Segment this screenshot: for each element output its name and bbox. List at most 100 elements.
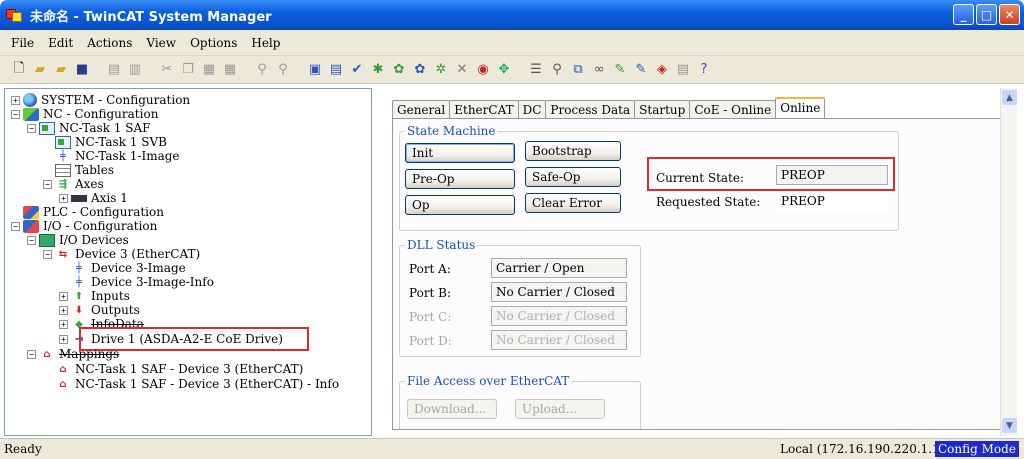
title-bar[interactable]: 未命名 - TwinCAT System Manager _ □ ✕ xyxy=(0,0,1024,30)
toolbar: 🗋 ▰ ▰ ■ ▤ ▥ ✂ ❐ ▦ ▦ ⚲ ⚲ ▣ ▤ ✔ ✱ ✿ ✿ ✲ ✕ … xyxy=(0,56,1024,84)
axis-icon[interactable]: ✎ xyxy=(611,61,629,79)
toggle-free-run-icon[interactable]: ◉ xyxy=(474,61,492,79)
bootstrap-button[interactable]: Bootstrap xyxy=(525,141,621,161)
tree-item-mappings[interactable]: − ⌂ Mappings xyxy=(27,347,119,361)
activate-configuration-icon[interactable]: ✱ xyxy=(369,61,387,79)
print-preview-icon[interactable]: ▤ xyxy=(105,61,123,79)
tab-startup[interactable]: Startup xyxy=(634,100,691,118)
maximize-button[interactable]: □ xyxy=(976,4,997,25)
tree-item-io-devices[interactable]: − I/O Devices xyxy=(27,233,129,247)
tree-item-nc-task-svb[interactable]: NC-Task 1 SVB xyxy=(55,135,167,149)
help-icon[interactable]: ? xyxy=(695,61,713,79)
menu-actions[interactable]: Actions xyxy=(80,36,139,50)
tab-general[interactable]: General xyxy=(392,100,451,118)
paste-icon[interactable]: ▦ xyxy=(200,61,218,79)
zoom-icon[interactable]: ⚲ xyxy=(548,61,566,79)
op-button[interactable]: Op xyxy=(405,195,515,215)
file-access-title: File Access over EtherCAT xyxy=(405,374,572,388)
scan-devices-icon[interactable]: ✕ xyxy=(453,61,471,79)
expand-icon[interactable]: + xyxy=(11,95,20,105)
tab-coe-online[interactable]: CoE - Online xyxy=(689,100,777,118)
tree-item-device-3-image[interactable]: ╪ Device 3-Image xyxy=(71,261,186,275)
set-run-mode-icon[interactable]: ✿ xyxy=(390,61,408,79)
menu-options[interactable]: Options xyxy=(183,36,244,50)
tree-item-axis-1[interactable]: + Axis 1 xyxy=(59,191,128,205)
new-file-icon[interactable]: 🗋 xyxy=(10,61,28,79)
expand-icon[interactable]: + xyxy=(59,334,68,344)
menu-file[interactable]: File xyxy=(4,36,41,50)
tree-item-mapping-1[interactable]: ⌂ NC-Task 1 SAF - Device 3 (EtherCAT) xyxy=(55,362,303,376)
set-config-mode-icon[interactable]: ✿ xyxy=(411,61,429,79)
safeop-button[interactable]: Safe-Op xyxy=(525,167,621,187)
tree-item-axes[interactable]: − ⇶ Axes xyxy=(43,177,104,191)
upload-button[interactable]: Upload... xyxy=(515,399,605,419)
show-sub-items-icon[interactable]: ∞ xyxy=(590,61,608,79)
process-image-icon: ╪ xyxy=(59,150,67,162)
open-icon[interactable]: ▰ xyxy=(31,61,49,79)
help-context-icon[interactable]: ▤ xyxy=(674,61,692,79)
find-next-icon[interactable]: ⚲ xyxy=(274,61,292,79)
vertical-scrollbar[interactable]: ▲ ▼ xyxy=(1000,88,1017,436)
solution-tree[interactable]: + SYSTEM - Configuration − NC - Configur… xyxy=(4,88,372,436)
tree-item-tables[interactable]: Tables xyxy=(55,163,114,177)
reload-devices-icon[interactable]: ✲ xyxy=(432,61,450,79)
info-icon[interactable]: ◈ xyxy=(653,61,671,79)
open-from-target-icon[interactable]: ▰ xyxy=(52,61,70,79)
outputs-icon: ⬇ xyxy=(74,304,84,316)
tab-online[interactable]: Online xyxy=(775,97,826,118)
tree-item-device-3[interactable]: − ⇆ Device 3 (EtherCAT) xyxy=(43,247,200,261)
collapse-icon[interactable]: − xyxy=(43,179,52,189)
collapse-icon[interactable]: − xyxy=(43,249,52,259)
tree-item-device-3-image-info[interactable]: ╪ Device 3-Image-Info xyxy=(71,275,214,289)
check-configuration-icon[interactable]: ✔ xyxy=(348,61,366,79)
clear-error-button[interactable]: Clear Error xyxy=(525,193,621,213)
menu-view[interactable]: View xyxy=(139,36,183,50)
close-button[interactable]: ✕ xyxy=(999,4,1020,25)
minimize-button[interactable]: _ xyxy=(953,4,974,25)
preop-button[interactable]: Pre-Op xyxy=(405,169,515,189)
copy-icon[interactable]: ❐ xyxy=(179,61,197,79)
tab-ethercat[interactable]: EtherCAT xyxy=(449,100,519,118)
system-icon xyxy=(23,93,37,107)
tree-item-system[interactable]: + SYSTEM - Configuration xyxy=(11,93,190,107)
collapse-icon[interactable]: − xyxy=(27,123,36,133)
tree-item-label: NC-Task 1-Image xyxy=(75,149,180,163)
tree-item-outputs[interactable]: + ⬇ Outputs xyxy=(59,303,140,317)
init-button[interactable]: Init xyxy=(405,143,515,163)
tab-process-data[interactable]: Process Data xyxy=(545,100,636,118)
save-icon[interactable]: ■ xyxy=(73,61,91,79)
print-icon[interactable]: ▥ xyxy=(126,61,144,79)
expand-icon[interactable]: + xyxy=(59,193,68,203)
find-icon[interactable]: ⚲ xyxy=(253,61,271,79)
monitor-icon[interactable]: ☰ xyxy=(527,61,545,79)
tree-item-io-configuration[interactable]: − I/O - Configuration xyxy=(11,219,157,233)
collapse-icon[interactable]: − xyxy=(11,109,20,119)
download-button[interactable]: Download... xyxy=(407,399,497,419)
tree-item-mapping-2[interactable]: ⌂ NC-Task 1 SAF - Device 3 (EtherCAT) - … xyxy=(55,377,339,391)
paste-with-links-icon[interactable]: ▦ xyxy=(221,61,239,79)
expand-icon[interactable]: + xyxy=(59,305,68,315)
expand-icon[interactable]: + xyxy=(59,319,68,329)
scroll-down-icon[interactable]: ▼ xyxy=(1002,418,1017,433)
collapse-icon[interactable]: − xyxy=(11,221,20,231)
nc-task-icon xyxy=(55,135,71,149)
scroll-up-icon[interactable]: ▲ xyxy=(1002,90,1017,105)
menu-help[interactable]: Help xyxy=(244,36,287,50)
tree-item-nc-task-image[interactable]: ╪ NC-Task 1-Image xyxy=(55,149,180,163)
menu-edit[interactable]: Edit xyxy=(41,36,80,50)
tree-item-nc-task-saf[interactable]: − NC-Task 1 SAF xyxy=(27,121,150,135)
generate-mappings-icon[interactable]: ▤ xyxy=(327,61,345,79)
expand-icon[interactable]: + xyxy=(59,291,68,301)
tree-item-nc-configuration[interactable]: − NC - Configuration xyxy=(11,107,158,121)
insert-node-icon[interactable]: ▣ xyxy=(306,61,324,79)
tab-dc[interactable]: DC xyxy=(517,100,547,118)
tree-item-inputs[interactable]: + ⬆ Inputs xyxy=(59,289,130,303)
collapse-icon[interactable]: − xyxy=(27,235,36,245)
tree-item-plc-configuration[interactable]: PLC - Configuration xyxy=(23,205,164,219)
twincat-app-icon[interactable] xyxy=(6,7,24,23)
collapse-icon[interactable]: − xyxy=(27,349,36,359)
show-online-data-icon[interactable]: ✥ xyxy=(495,61,513,79)
target-system-icon[interactable]: ⧉ xyxy=(569,61,587,79)
scope-icon[interactable]: ✎ xyxy=(632,61,650,79)
cut-icon[interactable]: ✂ xyxy=(158,61,176,79)
